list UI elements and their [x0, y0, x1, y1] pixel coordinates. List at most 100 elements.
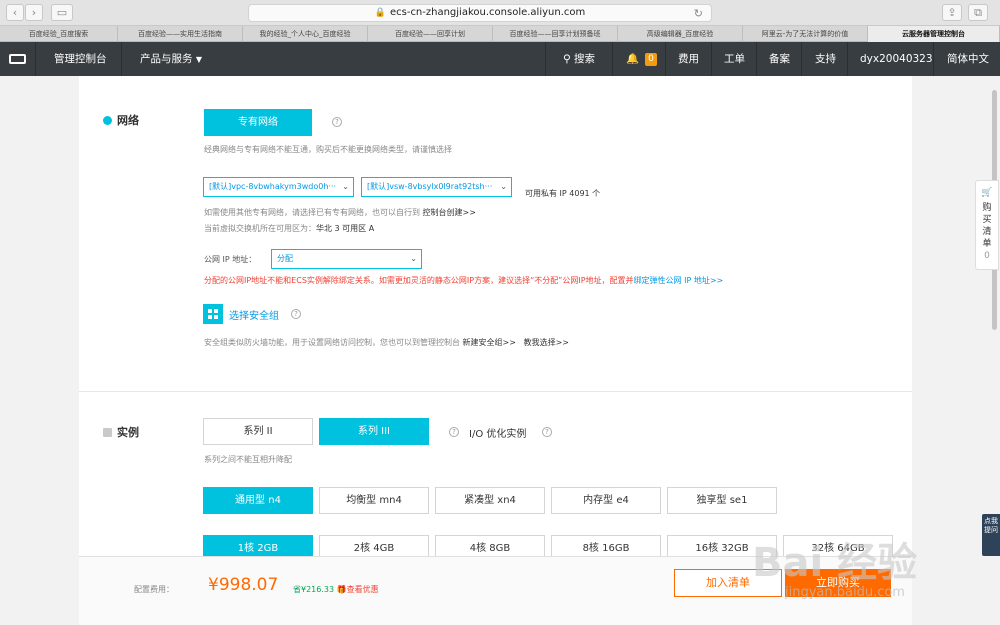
family-memory-e4[interactable]: 内存型 e4 — [551, 487, 661, 514]
products-label: 产品与服务 — [140, 53, 193, 65]
notification-count: 0 — [645, 52, 657, 66]
zone-value: 华北 3 可用区 A — [316, 224, 375, 233]
console-topnav: 管理控制台 产品与服务 ▼ ⚲ 搜索 🔔 0 费用 工单 备案 支持 dyx200… — [0, 42, 1000, 76]
lock-icon: 🔒 — [374, 8, 386, 18]
security-group-note: 安全组类似防火墙功能，用于设置网络访问控制，您也可以到管理控制台 新建安全组>>… — [204, 337, 569, 348]
nav-divider — [665, 42, 666, 76]
aliyun-logo[interactable] — [0, 42, 36, 76]
browser-toolbar: ‹ › ▭ 🔒 ecs-cn-zhangjiakou.console.aliyun… — [0, 0, 1000, 26]
config-panel: 网络 专有网络 ? 经典网络与专有网络不能互通，购买后不能更换网络类型，请谨慎选… — [79, 76, 912, 562]
gift-icon: 🎁 — [336, 585, 347, 594]
support-link[interactable]: 支持 — [815, 42, 836, 76]
chevron-down-icon: ⌄ — [342, 182, 349, 191]
globe-icon — [103, 116, 112, 125]
baidu-watermark: Bai 经验 — [752, 540, 918, 586]
zone-note: 当前虚拟交换机所在可用区为：华北 3 可用区 A — [204, 223, 374, 234]
saving-amount: 省¥216.33 — [293, 585, 335, 594]
public-ip-select[interactable]: 分配 ⌄ — [271, 249, 422, 269]
nav-divider — [121, 42, 122, 76]
notifications-button[interactable]: 🔔 0 — [626, 42, 657, 76]
create-vpc-link[interactable]: 控制台创建>> — [423, 208, 476, 217]
share-icon[interactable]: ⇪ — [942, 4, 962, 21]
select-security-group-button[interactable]: 选择安全组 — [229, 307, 279, 322]
instance-title-text: 实例 — [117, 426, 139, 439]
fees-link[interactable]: 费用 — [678, 42, 699, 76]
baidu-watermark-url: jingyan.baidu.com — [785, 585, 905, 600]
view-offer-link[interactable]: 查看优惠 — [347, 585, 379, 594]
network-title-text: 网络 — [117, 114, 139, 127]
io-optimized-label: I/O 优化实例 — [469, 429, 527, 440]
address-bar[interactable]: 🔒 ecs-cn-zhangjiakou.console.aliyun.com ↻ — [248, 4, 712, 22]
network-type-vpc-button[interactable]: 专有网络 — [204, 109, 312, 136]
nav-divider — [801, 42, 802, 76]
back-button[interactable]: ‹ — [6, 4, 24, 21]
help-icon[interactable]: ? — [332, 117, 342, 127]
vswitch-select[interactable]: [默认]vsw-8vbsylx0l9rat92tsh··· ⌄ — [361, 177, 512, 197]
help-icon[interactable]: ? — [291, 309, 301, 319]
tabs-overview-icon[interactable]: ⧉ — [968, 4, 988, 21]
browser-tab[interactable]: 百度经验——实用生活指南 — [118, 26, 243, 42]
price-label: 配置费用： — [134, 585, 174, 594]
chevron-down-icon: ⌄ — [410, 254, 417, 263]
purchase-list-count: 0 — [984, 251, 990, 261]
help-icon[interactable]: ? — [449, 427, 459, 437]
browser-tab[interactable]: 阿里云-为了无法计算的价值 — [743, 26, 868, 42]
search-icon: ⚲ — [563, 53, 571, 65]
forward-button[interactable]: › — [25, 4, 43, 21]
family-compact-xn4[interactable]: 紧凑型 xn4 — [435, 487, 545, 514]
url-text: ecs-cn-zhangjiakou.console.aliyun.com — [389, 7, 586, 18]
sidebar-toggle-icon[interactable]: ▭ — [51, 4, 73, 21]
products-menu[interactable]: 产品与服务 ▼ — [140, 42, 202, 76]
public-ip-select-value: 分配 — [277, 254, 293, 263]
language-menu[interactable]: 简体中文 — [947, 42, 989, 76]
bind-eip-link[interactable]: 绑定弹性公网 IP 地址>> — [634, 276, 724, 285]
layers-icon — [103, 428, 112, 437]
zone-note-label: 当前虚拟交换机所在可用区为： — [204, 224, 316, 233]
new-security-group-link[interactable]: 新建安全组>> — [463, 338, 516, 347]
browser-tab[interactable]: 高级编辑器_百度经验 — [618, 26, 743, 42]
teach-me-link[interactable]: 教我选择>> — [524, 338, 569, 347]
network-type-note: 经典网络与专有网络不能互通，购买后不能更换网络类型，请谨慎选择 — [204, 145, 452, 154]
grid-cell — [214, 309, 218, 313]
security-group-note-text: 安全组类似防火墙功能，用于设置网络访问控制，您也可以到管理控制台 — [204, 338, 460, 347]
help-icon[interactable]: ? — [542, 427, 552, 437]
family-general-n4[interactable]: 通用型 n4 — [203, 487, 313, 514]
ask-question-float[interactable]: 点我提问 — [982, 514, 1000, 556]
browser-tab-active[interactable]: 云服务器管理控制台 — [868, 26, 1000, 42]
series-ii-button[interactable]: 系列 II — [203, 418, 313, 445]
nav-divider — [545, 42, 546, 76]
console-home-link[interactable]: 管理控制台 — [54, 42, 107, 76]
nav-divider — [612, 42, 613, 76]
vpc-select[interactable]: [默认]vpc-8vbwhakym3wdo0h··· ⌄ — [203, 177, 354, 197]
browser-tab[interactable]: 百度经验——回享计划 — [368, 26, 493, 42]
tickets-link[interactable]: 工单 — [724, 42, 745, 76]
family-dedicated-se1[interactable]: 独享型 se1 — [667, 487, 777, 514]
vpc-select-value: [默认]vpc-8vbwhakym3wdo0h··· — [209, 182, 337, 191]
bell-icon: 🔔 — [626, 53, 640, 65]
family-balanced-mn4[interactable]: 均衡型 mn4 — [319, 487, 429, 514]
nav-divider — [756, 42, 757, 76]
price-value: ¥998.07 — [208, 575, 279, 595]
browser-tab[interactable]: 我的经验_个人中心_百度经验 — [243, 26, 368, 42]
network-section-title: 网络 — [103, 112, 139, 128]
purchase-list-float[interactable]: 🛒 购买清单 0 — [975, 180, 999, 270]
browser-tab[interactable]: 百度经验——回享计划预备班 — [493, 26, 618, 42]
series-iii-button[interactable]: 系列 III — [319, 418, 429, 445]
browser-tab[interactable]: 百度经验_百度搜索 — [0, 26, 118, 42]
public-ip-warning: 分配的公网IP地址不能和ECS实例解除绑定关系。如需更加灵活的静态公网IP方案，… — [204, 275, 723, 286]
search-button[interactable]: ⚲ 搜索 — [563, 42, 595, 76]
grid-cell — [208, 309, 212, 313]
cart-icon: 🛒 — [981, 188, 993, 198]
section-divider — [79, 391, 912, 392]
nav-divider — [711, 42, 712, 76]
series-note: 系列之间不能互相升降配 — [204, 455, 292, 464]
vpc-note: 如需使用其他专有网络，请选择已有专有网络，也可以自行到 控制台创建>> — [204, 207, 476, 218]
filing-link[interactable]: 备案 — [769, 42, 790, 76]
tab-bar: 百度经验_百度搜索 百度经验——实用生活指南 我的经验_个人中心_百度经验 百度… — [0, 26, 1000, 42]
user-menu[interactable]: dyx20040323 — [860, 42, 933, 76]
public-ip-warning-text: 分配的公网IP地址不能和ECS实例解除绑定关系。如需更加灵活的静态公网IP方案，… — [204, 276, 634, 285]
reload-icon[interactable]: ↻ — [694, 6, 703, 22]
grid-cell — [214, 315, 218, 319]
chevron-down-icon: ⌄ — [500, 182, 507, 191]
security-group-icon[interactable] — [203, 304, 223, 324]
